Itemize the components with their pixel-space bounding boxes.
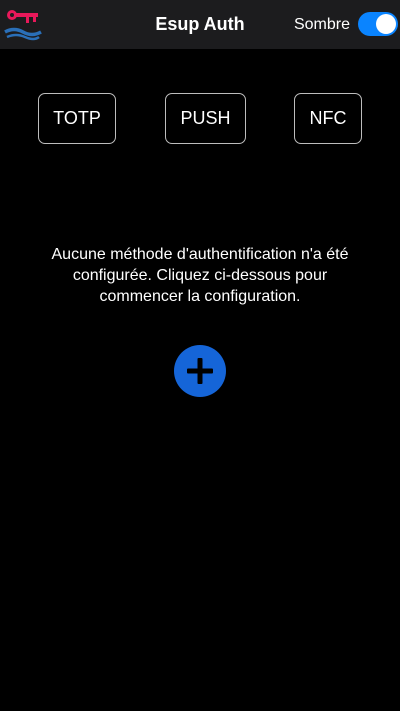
nfc-button[interactable]: NFC — [294, 93, 362, 144]
dark-mode-toggle[interactable] — [358, 12, 398, 36]
plus-icon — [187, 358, 213, 384]
push-button[interactable]: PUSH — [165, 93, 246, 144]
header-bar: Esup Auth Sombre — [0, 0, 400, 49]
toggle-knob — [376, 14, 396, 34]
totp-button[interactable]: TOTP — [38, 93, 116, 144]
app-screen: Esup Auth Sombre TOTP PUSH NFC Aucune mé… — [0, 0, 400, 711]
empty-state-message: Aucune méthode d'authentification n'a ét… — [51, 246, 349, 305]
dark-mode-label: Sombre — [293, 16, 350, 33]
add-method-button[interactable] — [174, 345, 226, 397]
